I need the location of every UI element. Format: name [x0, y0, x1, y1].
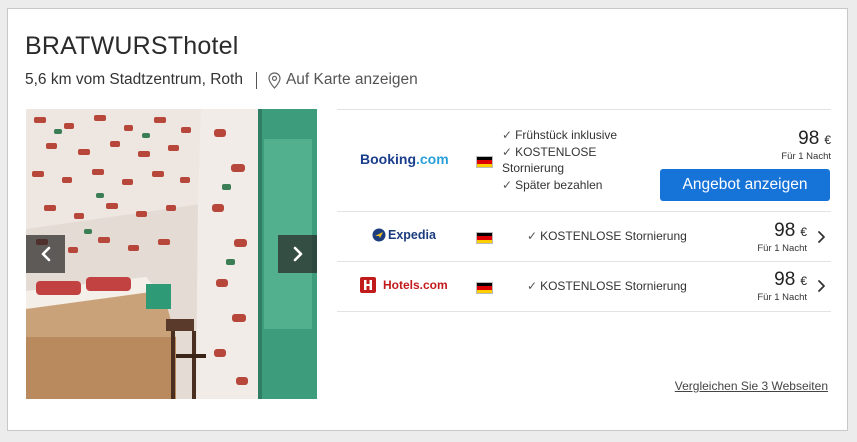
photo-next-button[interactable]: [278, 235, 317, 273]
price-currency: €: [824, 133, 831, 147]
photo-prev-button[interactable]: [26, 235, 65, 273]
price-value: 98: [774, 220, 796, 241]
expedia-plane-icon: [372, 228, 386, 242]
offer-features: ✓ Frühstück inklusive ✓ KOSTENLOSE Stornie…: [502, 127, 632, 193]
hotel-location: 5,6 km vom Stadtzentrum, Roth: [25, 71, 243, 88]
map-pin-icon: [268, 71, 281, 89]
de-flag-icon: [476, 156, 493, 168]
offer-row-hotels[interactable]: Hotels.com ✓ KOSTENLOSE Stornierung 98 € F…: [337, 261, 831, 312]
divider: [255, 71, 257, 89]
chevron-right-icon[interactable]: [817, 230, 827, 244]
chevron-right-icon: [293, 246, 302, 262]
chevron-right-icon[interactable]: [817, 279, 827, 293]
map-link-label: Auf Karte anzeigen: [285, 71, 418, 88]
chevron-left-icon: [41, 246, 50, 262]
map-link[interactable]: Auf Karte anzeigen: [268, 71, 418, 89]
feature-item: ✓ KOSTENLOSE Stornierung: [527, 229, 687, 243]
price-value: 98: [798, 128, 820, 149]
hotels-logo: Hotels.com: [359, 276, 448, 294]
price-per-night: Für 1 Nacht: [781, 151, 831, 162]
hotel-photo[interactable]: [26, 109, 317, 399]
feature-item: ✓ KOSTENLOSE Stornierung: [502, 144, 597, 176]
feature-item: ✓ Frühstück inklusive: [502, 128, 618, 142]
price-per-night: Für 1 Nacht: [757, 243, 807, 254]
price-currency: €: [800, 225, 807, 239]
offers-list: Booking .com ✓ Frühstück inklusive ✓ KOSTEN…: [337, 109, 831, 312]
price-currency: €: [800, 274, 807, 288]
offer-features: ✓ KOSTENLOSE Stornierung: [527, 278, 687, 295]
offer-row-expedia[interactable]: Expedia ✓ KOSTENLOSE Stornierung 98 € Für …: [337, 211, 831, 261]
feature-item: ✓ Später bezahlen: [502, 177, 603, 192]
offer-price: 98 € Für 1 Nacht: [757, 269, 807, 303]
check-icon: ✓: [502, 144, 513, 159]
hotel-location-row: 5,6 km vom Stadtzentrum, Roth Auf Karte …: [25, 71, 418, 89]
hotel-room-image: [26, 109, 317, 399]
hotel-name[interactable]: BRATWURSThotel: [25, 32, 238, 61]
price-per-night: Für 1 Nacht: [757, 292, 807, 303]
price-value: 98: [774, 269, 796, 290]
hotels-h-icon: [360, 277, 376, 293]
booking-logo: Booking .com: [360, 151, 449, 167]
view-offer-button[interactable]: Angebot anzeigen: [660, 169, 830, 201]
de-flag-icon: [476, 232, 493, 244]
expedia-logo: Expedia: [372, 228, 436, 242]
check-icon: ✓: [527, 229, 538, 243]
check-icon: ✓: [527, 279, 538, 293]
offer-price: 98 € Für 1 Nacht: [757, 220, 807, 254]
offer-row-booking[interactable]: Booking .com ✓ Frühstück inklusive ✓ KOSTEN…: [337, 109, 831, 211]
hotel-card: BRATWURSThotel 5,6 km vom Stadtzentrum, …: [7, 8, 848, 431]
offer-price: 98 € Für 1 Nacht: [781, 128, 831, 162]
feature-item: ✓ KOSTENLOSE Stornierung: [527, 279, 687, 293]
check-icon: ✓: [502, 128, 513, 142]
offer-features: ✓ KOSTENLOSE Stornierung: [527, 228, 687, 245]
check-icon: ✓: [502, 177, 513, 192]
de-flag-icon: [476, 282, 493, 294]
compare-sites-link[interactable]: Vergleichen Sie 3 Webseiten: [675, 379, 828, 393]
